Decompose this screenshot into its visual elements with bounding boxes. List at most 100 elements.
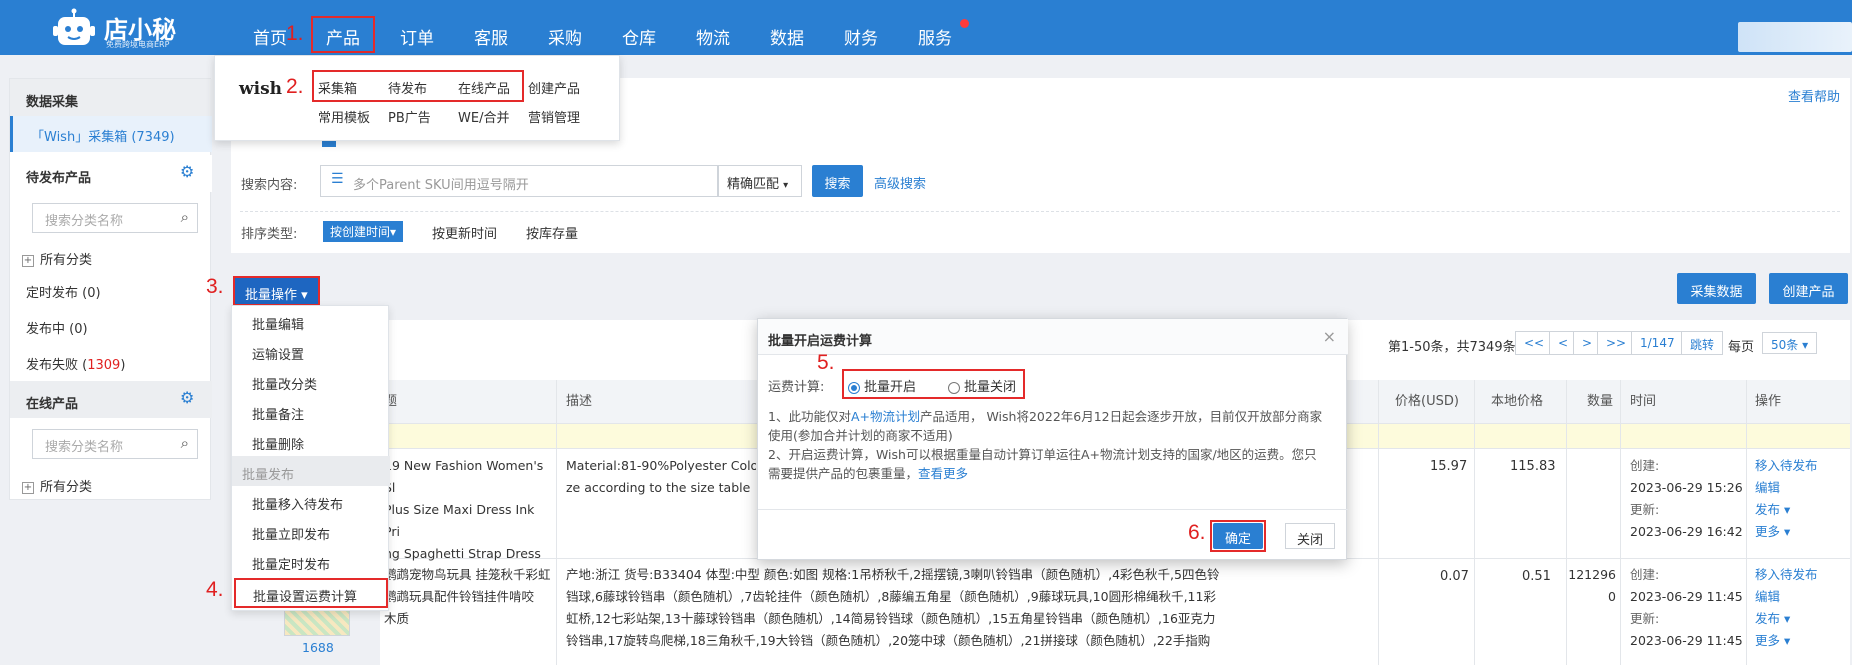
radio-enable[interactable]: 批量开启 [848,376,916,395]
search-icon[interactable]: ⌕ [181,434,189,452]
nav-warehouse[interactable]: 仓库 [622,24,656,49]
col-quantity: 数量 [1587,394,1614,409]
brand-logo[interactable]: 店小秘 免费跨境电商ERP [52,6,242,50]
sidebar-item-publishing[interactable]: 发布中 (0) [26,318,88,337]
category-search-input[interactable]: 搜索分类名称 ⌕ [32,203,198,233]
product-title[interactable]: 19 New Fashion Women's Sl Plus Size Maxi… [384,455,554,565]
pager-jump[interactable]: 跳转 [1681,331,1724,355]
nav-service[interactable]: 客服 [474,24,508,49]
list-icon: ☰ [331,171,344,187]
step-2-label: 2. [286,75,304,98]
sort-by-stock[interactable]: 按库存量 [526,223,578,242]
col-operations: 操作 [1755,394,1782,409]
help-link[interactable]: 查看帮助 [1788,86,1840,105]
batch-delete[interactable]: 批量删除 [232,426,390,456]
menu-pb-ads[interactable]: PB广告 [388,107,431,126]
sidebar-pending-title: 待发布产品 [26,171,92,186]
tree-all-categories-online[interactable]: + 所有分类 [22,476,92,495]
nav-finance[interactable]: 财务 [844,24,878,49]
source-link[interactable]: 1688 [302,640,334,655]
wish-platform-label: wish [239,79,283,99]
sidebar-item-wish-box[interactable]: 「Wish」采集箱 (7349) [10,116,212,152]
pager-page[interactable]: 1/147 [1631,331,1684,355]
a-plus-logistics-link[interactable]: A+物流计划 [851,409,920,424]
gear-icon[interactable]: ⚙ [180,162,194,181]
price-usd: 15.97 [1430,459,1468,474]
step-6-label: 6. [1188,521,1206,544]
menu-we-merge[interactable]: WE/合并 [458,107,509,126]
product-title[interactable]: 鹦鹉宠物鸟玩具 挂笼秋千彩虹 鹦鹉玩具配件铃铛挂件啃咬 木质 [384,564,554,630]
search-input[interactable]: ☰ 多个Parent SKU间用逗号隔开 [320,165,718,197]
product-description: 产地:浙江 货号:B33404 体型:中型 颜色:如图 规格:1吊桥秋千,2摇摆… [566,567,1220,648]
step-3-label: 3. [206,275,224,298]
close-icon[interactable]: × [1323,327,1336,346]
batch-note[interactable]: 批量备注 [232,396,390,426]
batch-scheduled-publish[interactable]: 批量定时发布 [232,546,390,576]
menu-online-products[interactable]: 在线产品 [458,78,510,97]
nav-orders[interactable]: 订单 [400,24,434,49]
search-button[interactable]: 搜索 [812,165,863,197]
op-edit[interactable]: 编辑 [1755,477,1818,499]
search-icon[interactable]: ⌕ [181,208,189,226]
batch-actions-button[interactable]: 批量操作 ▾ [233,276,320,306]
tree-all-categories[interactable]: + 所有分类 [22,249,92,268]
batch-edit[interactable]: 批量编辑 [232,306,390,336]
nav-services[interactable]: 服务 [918,24,952,49]
nav-purchase[interactable]: 采购 [548,24,582,49]
pager-first[interactable]: << [1515,331,1554,355]
pager-last[interactable]: >> [1597,331,1636,355]
product-dropdown-menu: wish 采集箱 待发布 在线产品 创建产品 常用模板 PB广告 WE/合并 营… [214,55,620,141]
menu-templates[interactable]: 常用模板 [318,107,370,126]
radio-on-icon[interactable] [848,381,860,394]
col-time: 时间 [1630,394,1657,409]
sort-by-updated[interactable]: 按更新时间 [432,223,497,242]
category-search-input-online[interactable]: 搜索分类名称 ⌕ [32,429,198,459]
batch-shipping-settings[interactable]: 运输设置 [232,336,390,366]
batch-set-shipping-calc[interactable]: 批量设置运费计算 [234,578,388,608]
view-more-link[interactable]: 查看更多 [918,466,968,481]
match-mode-select[interactable]: 精确匹配 ▾ [718,165,802,197]
search-content-label: 搜索内容: [241,178,298,193]
collect-data-button[interactable]: 采集数据 [1677,273,1756,304]
radio-disable[interactable]: 批量关闭 [948,376,1016,395]
expand-icon[interactable]: + [22,481,34,494]
sort-by-created[interactable]: 按创建时间▾ [323,221,404,242]
op-move-pending[interactable]: 移入待发布 [1755,564,1818,586]
user-account-area[interactable] [1738,22,1852,52]
nav-data[interactable]: 数据 [770,24,804,49]
menu-marketing[interactable]: 营销管理 [528,107,580,126]
sidebar-section-data-collect: 数据采集 [10,79,212,116]
close-button[interactable]: 关闭 [1285,523,1335,549]
batch-move-pending[interactable]: 批量移入待发布 [232,486,390,516]
op-edit[interactable]: 编辑 [1755,586,1818,608]
menu-collect-box[interactable]: 采集箱 [318,78,357,97]
row-operations: 移入待发布 编辑 发布 ▾ 更多 ▾ [1755,564,1818,652]
local-price: 115.83 [1510,459,1556,474]
nav-logistics[interactable]: 物流 [696,24,730,49]
robot-logo-icon [53,8,95,45]
local-price: 0.51 [1522,569,1551,584]
sidebar-item-failed[interactable]: 发布失败 (1309) [26,354,125,373]
create-product-button[interactable]: 创建产品 [1769,273,1848,304]
nav-home[interactable]: 首页 [253,24,287,49]
op-publish[interactable]: 发布 ▾ [1755,499,1818,521]
confirm-button[interactable]: 确定 [1213,523,1263,549]
op-move-pending[interactable]: 移入待发布 [1755,455,1818,477]
nav-product[interactable]: 产品 [326,24,360,49]
sort-type-label: 排序类型: [241,227,298,242]
batch-change-category[interactable]: 批量改分类 [232,366,390,396]
sidebar-item-scheduled[interactable]: 定时发布 (0) [26,282,101,301]
menu-create-product[interactable]: 创建产品 [528,78,580,97]
pager-per-select[interactable]: 50条 ▾ [1762,332,1818,354]
radio-off-icon[interactable] [948,381,960,394]
batch-publish-now[interactable]: 批量立即发布 [232,516,390,546]
gear-icon[interactable]: ⚙ [180,388,194,407]
op-more[interactable]: 更多 ▾ [1755,630,1818,652]
table-row: 19 New Fashion Women's Sl Plus Size Maxi… [384,455,554,565]
op-publish[interactable]: 发布 ▾ [1755,608,1818,630]
op-more[interactable]: 更多 ▾ [1755,521,1818,543]
notification-dot [960,19,969,28]
expand-icon[interactable]: + [22,254,34,267]
menu-pending-publish[interactable]: 待发布 [388,78,427,97]
advanced-search-link[interactable]: 高级搜索 [874,173,926,192]
